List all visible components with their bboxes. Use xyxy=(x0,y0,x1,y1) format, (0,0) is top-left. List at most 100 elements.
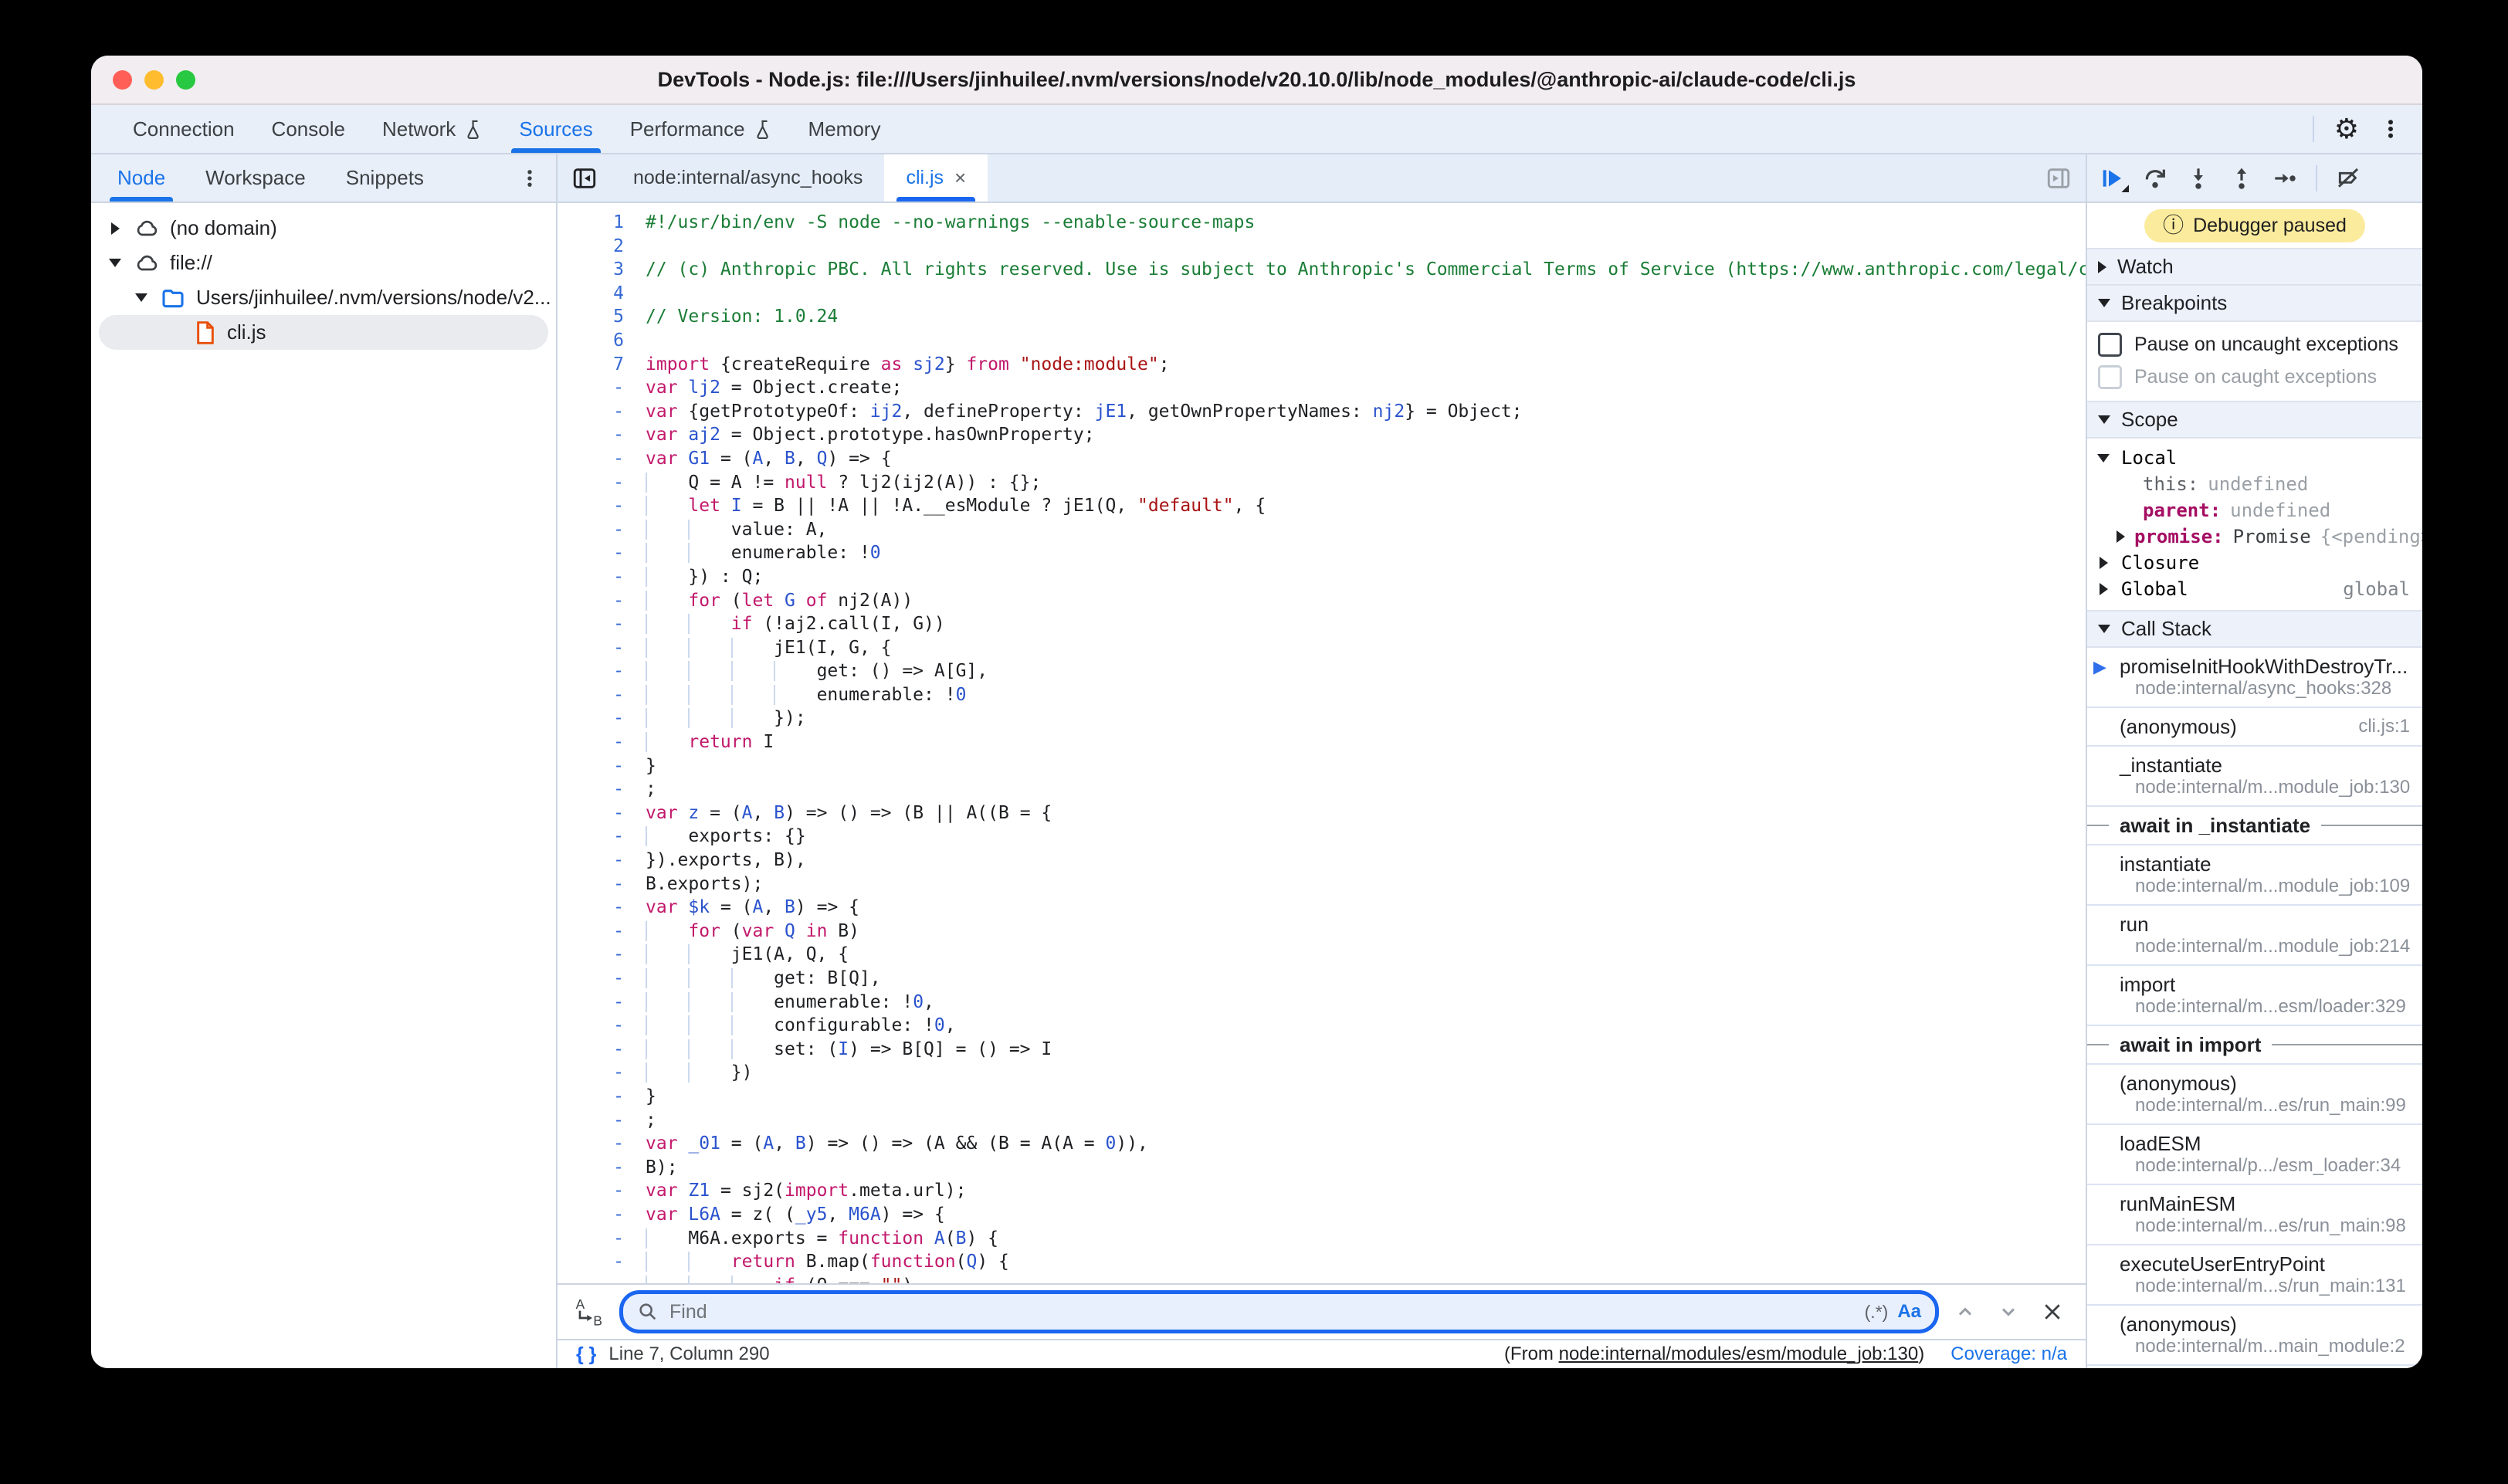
gutter-line-number[interactable]: 4 xyxy=(558,283,646,307)
chevron-down-icon[interactable] xyxy=(107,259,124,267)
gutter-line-number[interactable]: - xyxy=(558,732,646,756)
close-window-button[interactable] xyxy=(113,70,132,90)
chevron-right-icon[interactable] xyxy=(2095,583,2112,595)
gutter-line-number[interactable]: - xyxy=(558,1133,646,1157)
gutter-line-number[interactable]: - xyxy=(558,850,646,874)
gutter-line-number[interactable]: - xyxy=(558,401,646,425)
scope-group-row[interactable]: Local xyxy=(2087,445,2422,471)
gutter-line-number[interactable]: - xyxy=(558,425,646,449)
gutter-line-number[interactable]: - xyxy=(558,1228,646,1252)
step-into-icon[interactable] xyxy=(2186,166,2211,191)
tab-console[interactable]: Console xyxy=(253,105,364,153)
navigator-more-options-icon[interactable] xyxy=(519,168,556,189)
resume-script-icon[interactable] xyxy=(2100,166,2124,191)
gutter-line-number[interactable]: - xyxy=(558,1276,646,1283)
gutter-line-number[interactable]: - xyxy=(558,520,646,544)
navigator-tab-workspace[interactable]: Workspace xyxy=(185,154,326,202)
gutter-line-number[interactable]: - xyxy=(558,1204,646,1228)
chevron-down-icon[interactable] xyxy=(2095,454,2112,462)
chevron-right-icon[interactable] xyxy=(2095,557,2112,569)
gutter-line-number[interactable]: - xyxy=(558,685,646,709)
tree-row[interactable]: file:// xyxy=(91,246,556,280)
settings-gear-icon[interactable]: ⚙ xyxy=(2334,115,2359,143)
scope-property-row[interactable]: parent:undefined xyxy=(2087,497,2422,523)
step-icon[interactable] xyxy=(2272,166,2297,191)
editor-tab-node-internal-async-hooks[interactable]: node:internal/async_hooks xyxy=(612,154,884,202)
call-stack-frame[interactable]: runMainESMnode:internal/m...es/run_main:… xyxy=(2087,1185,2422,1245)
tree-row[interactable]: (no domain) xyxy=(91,211,556,246)
call-stack-frame[interactable]: importnode:internal/m...esm/loader:329 xyxy=(2087,966,2422,1026)
call-stack-section-header[interactable]: Call Stack xyxy=(2087,610,2422,648)
tab-connection[interactable]: Connection xyxy=(114,105,253,153)
gutter-line-number[interactable]: - xyxy=(558,661,646,685)
gutter-line-number[interactable]: - xyxy=(558,567,646,591)
tab-performance[interactable]: Performance xyxy=(612,105,790,153)
maximize-window-button[interactable] xyxy=(176,70,195,90)
gutter-line-number[interactable]: - xyxy=(558,496,646,520)
call-stack-frame[interactable]: (anonymous)cli.js:1 xyxy=(2087,708,2422,747)
gutter-line-number[interactable]: - xyxy=(558,1039,646,1063)
gutter-line-number[interactable]: - xyxy=(558,756,646,780)
call-stack-frame[interactable]: (anonymous)node:internal/m...es/run_main… xyxy=(2087,1065,2422,1125)
scope-section-header[interactable]: Scope xyxy=(2087,401,2422,439)
gutter-line-number[interactable]: - xyxy=(558,944,646,968)
call-stack-frame[interactable]: loadESMnode:internal/p.../esm_loader:34 xyxy=(2087,1125,2422,1185)
gutter-line-number[interactable]: - xyxy=(558,473,646,496)
gutter-line-number[interactable]: - xyxy=(558,543,646,567)
gutter-line-number[interactable]: 2 xyxy=(558,236,646,260)
source-map-link[interactable]: node:internal/modules/esm/module_job:130 xyxy=(1559,1343,1919,1364)
gutter-line-number[interactable]: - xyxy=(558,614,646,638)
gutter-line-number[interactable]: - xyxy=(558,1015,646,1039)
pretty-print-icon[interactable]: { } xyxy=(576,1343,596,1366)
regex-toggle[interactable]: (.*) xyxy=(1865,1302,1889,1323)
tab-sources[interactable]: Sources xyxy=(500,105,611,153)
navigator-tab-snippets[interactable]: Snippets xyxy=(326,154,444,202)
call-stack-frame[interactable]: _instantiatenode:internal/m...module_job… xyxy=(2087,747,2422,807)
call-stack-frame[interactable]: runnode:internal/m...module_job:214 xyxy=(2087,906,2422,966)
minimize-window-button[interactable] xyxy=(144,70,164,90)
match-case-toggle[interactable]: Aa xyxy=(1897,1301,1921,1323)
gutter-line-number[interactable]: - xyxy=(558,708,646,732)
breakpoints-section-header[interactable]: Breakpoints xyxy=(2087,286,2422,322)
step-out-icon[interactable] xyxy=(2229,166,2254,191)
gutter-line-number[interactable]: - xyxy=(558,1252,646,1276)
gutter-line-number[interactable]: - xyxy=(558,1157,646,1181)
close-find-icon[interactable] xyxy=(2041,1300,2064,1323)
gutter-line-number[interactable]: - xyxy=(558,1181,646,1204)
editor-tab-cli-js[interactable]: cli.js× xyxy=(884,154,988,202)
chevron-right-icon[interactable] xyxy=(107,222,124,235)
watch-section-header[interactable]: Watch xyxy=(2087,248,2422,286)
coverage-link[interactable]: Coverage: n/a xyxy=(1950,1343,2067,1365)
replace-toggle-icon[interactable]: AB xyxy=(574,1296,604,1327)
gutter-line-number[interactable]: - xyxy=(558,992,646,1016)
tree-row[interactable]: cli.js xyxy=(99,315,548,350)
tab-memory[interactable]: Memory xyxy=(790,105,900,153)
scope-property-row[interactable]: promise:Promise{<pending>} xyxy=(2087,523,2422,550)
gutter-line-number[interactable]: - xyxy=(558,897,646,921)
chevron-right-icon[interactable] xyxy=(2117,530,2125,543)
chevron-down-icon[interactable] xyxy=(133,293,150,302)
call-stack-frame[interactable]: executeUserEntryPointnode:internal/m...s… xyxy=(2087,1245,2422,1306)
gutter-line-number[interactable]: - xyxy=(558,378,646,401)
toggle-debugger-sidebar-icon[interactable] xyxy=(2045,154,2086,202)
gutter-line-number[interactable]: - xyxy=(558,449,646,473)
gutter-line-number[interactable]: 5 xyxy=(558,307,646,330)
gutter-line-number[interactable]: - xyxy=(558,874,646,898)
navigator-tab-node[interactable]: Node xyxy=(97,154,185,202)
gutter-line-number[interactable]: - xyxy=(558,1086,646,1110)
scope-group-row[interactable]: Closure xyxy=(2087,550,2422,576)
collapse-navigator-icon[interactable] xyxy=(558,154,612,202)
scope-property-row[interactable]: this:undefined xyxy=(2087,471,2422,497)
find-next-icon[interactable] xyxy=(1998,1301,2019,1323)
checkbox[interactable] xyxy=(2098,333,2122,357)
tab-network[interactable]: Network xyxy=(364,105,500,153)
tree-row[interactable]: Users/jinhuilee/.nvm/versions/node/v2... xyxy=(91,280,556,315)
step-over-icon[interactable] xyxy=(2143,166,2167,191)
call-stack-frame[interactable]: ▶promiseInitHookWithDestroyTr...node:int… xyxy=(2087,648,2422,708)
call-stack-frame[interactable]: instantiatenode:internal/m...module_job:… xyxy=(2087,845,2422,906)
gutter-line-number[interactable]: 3 xyxy=(558,259,646,283)
gutter-line-number[interactable]: - xyxy=(558,591,646,615)
gutter-line-number[interactable]: - xyxy=(558,1110,646,1134)
gutter-line-number[interactable]: - xyxy=(558,803,646,827)
deactivate-breakpoints-icon[interactable] xyxy=(2336,166,2361,191)
